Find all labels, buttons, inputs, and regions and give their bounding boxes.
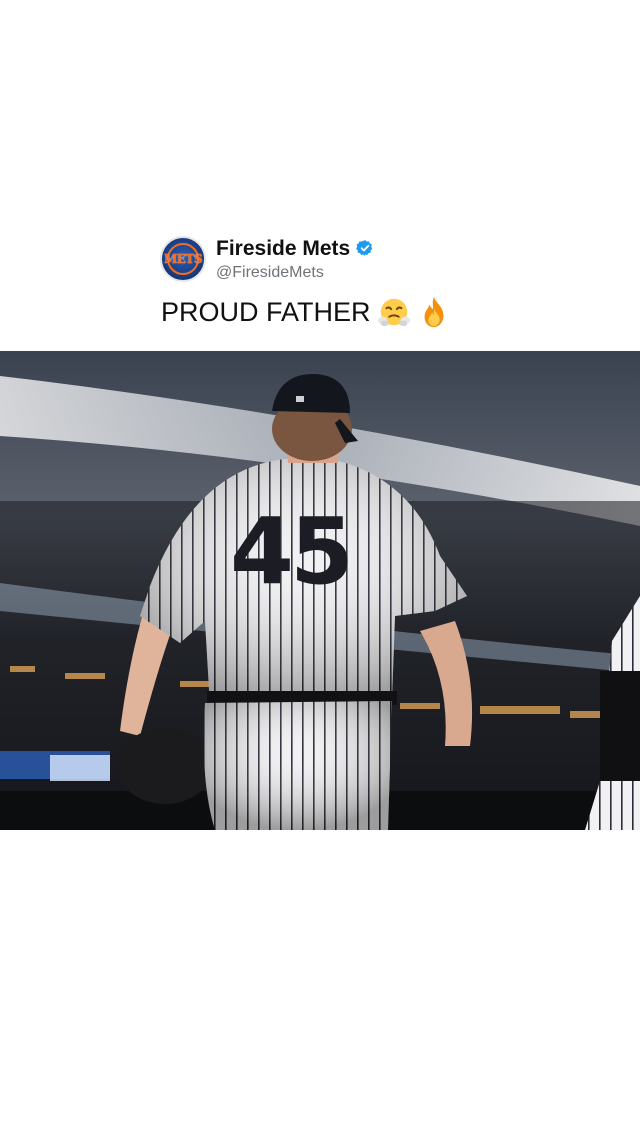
handle[interactable]: @FiresideMets: [216, 264, 374, 281]
avatar[interactable]: METS: [160, 236, 206, 282]
name-row: Fireside Mets: [216, 238, 374, 259]
name-block: Fireside Mets @FiresideMets: [216, 238, 374, 281]
verified-badge-icon: [356, 240, 373, 256]
fire-icon: [424, 296, 443, 328]
avatar-logo-text: METS: [163, 252, 203, 266]
jersey-number: 45: [230, 498, 350, 605]
photo-illustration: 45: [0, 351, 640, 830]
tweet-text: PROUD FATHER: [161, 295, 451, 329]
display-name[interactable]: Fireside Mets: [216, 238, 350, 259]
face-with-steam-from-nose-icon: [377, 298, 410, 327]
baseball-player-photo: 45: [0, 351, 640, 830]
tweet-text-content: PROUD FATHER: [161, 296, 371, 327]
tweet-header: METS Fireside Mets @FiresideMets: [160, 236, 374, 282]
